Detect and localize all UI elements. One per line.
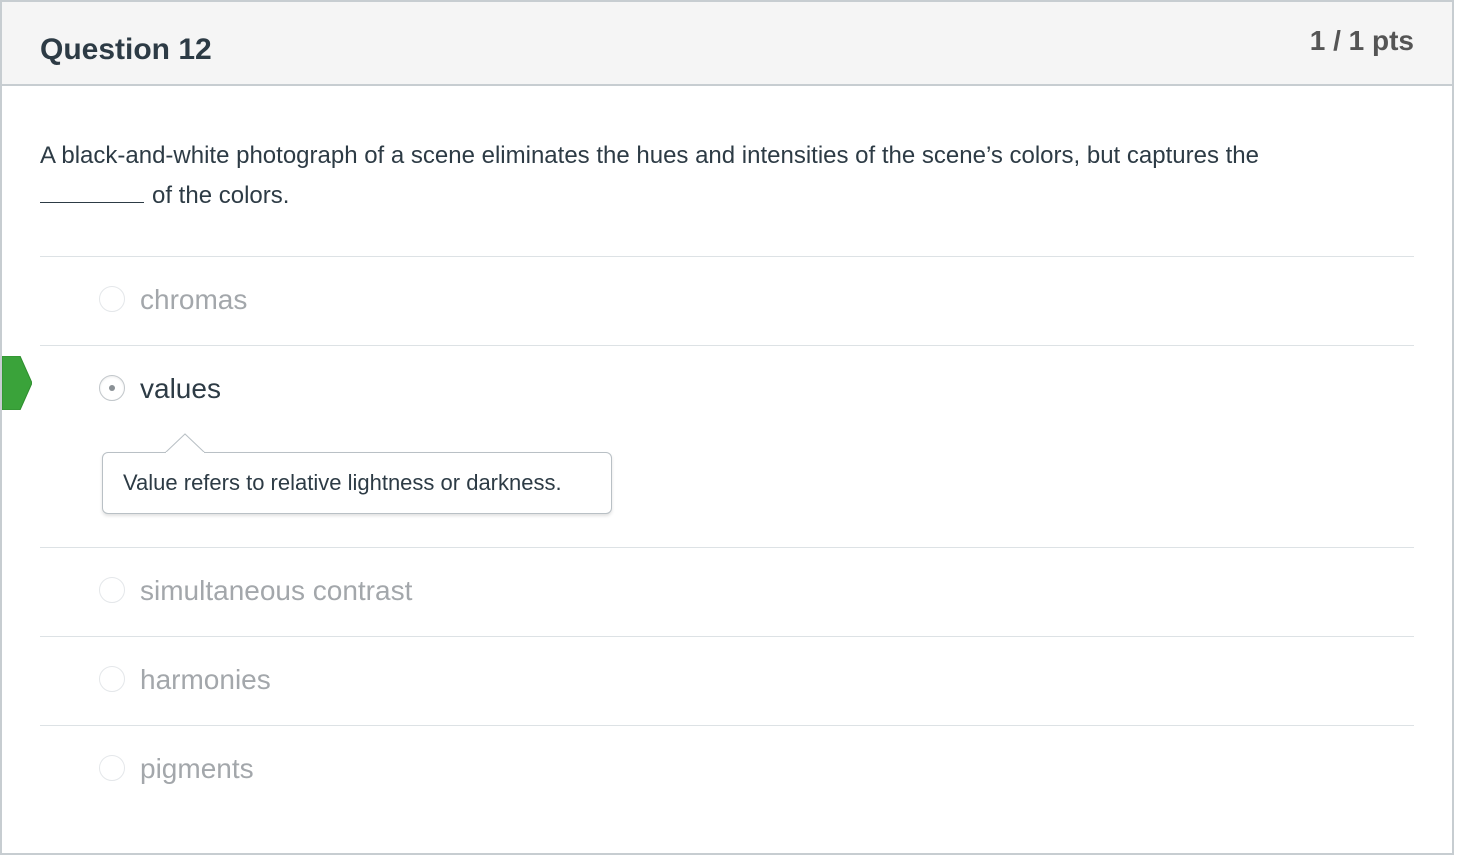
question-header: Question 12 1 / 1 pts xyxy=(2,2,1452,86)
answer-radio[interactable] xyxy=(99,755,125,781)
answer-option-harmonies[interactable]: harmonies xyxy=(40,636,1414,725)
question-card: Question 12 1 / 1 pts A black-and-white … xyxy=(0,0,1454,855)
question-title: Question 12 xyxy=(40,33,212,66)
answer-radio[interactable] xyxy=(99,577,125,603)
question-blank xyxy=(40,178,144,203)
answer-comment-tooltip: Value refers to relative lightness or da… xyxy=(102,433,612,514)
question-text-before-blank: A black-and-white photograph of a scene … xyxy=(40,142,1259,169)
answer-option-values[interactable]: values Value refers to relative lightnes… xyxy=(2,345,1414,547)
answer-comment-text: Value refers to relative lightness or da… xyxy=(123,470,562,495)
answer-list: chromas values Value refers to relative … xyxy=(2,256,1414,814)
answer-option-chromas[interactable]: chromas xyxy=(40,256,1414,345)
answer-label: harmonies xyxy=(140,664,271,695)
answer-label: pigments xyxy=(140,753,254,784)
answer-option-simultaneous-contrast[interactable]: simultaneous contrast xyxy=(40,547,1414,636)
answer-option-pigments[interactable]: pigments xyxy=(40,725,1414,814)
answer-radio[interactable] xyxy=(99,666,125,692)
question-text: A black-and-white photograph of a scene … xyxy=(40,136,1400,216)
answer-label: values xyxy=(140,373,221,404)
answer-radio[interactable] xyxy=(99,286,125,312)
answer-label: chromas xyxy=(140,284,248,315)
correct-answer-arrow-icon xyxy=(2,356,32,410)
question-text-after-blank: of the colors. xyxy=(152,182,290,209)
tooltip-pointer xyxy=(165,433,205,453)
answer-label: simultaneous contrast xyxy=(140,575,413,606)
points-score: 1 / 1 pts xyxy=(1309,25,1414,56)
answer-radio-selected[interactable] xyxy=(99,375,125,401)
